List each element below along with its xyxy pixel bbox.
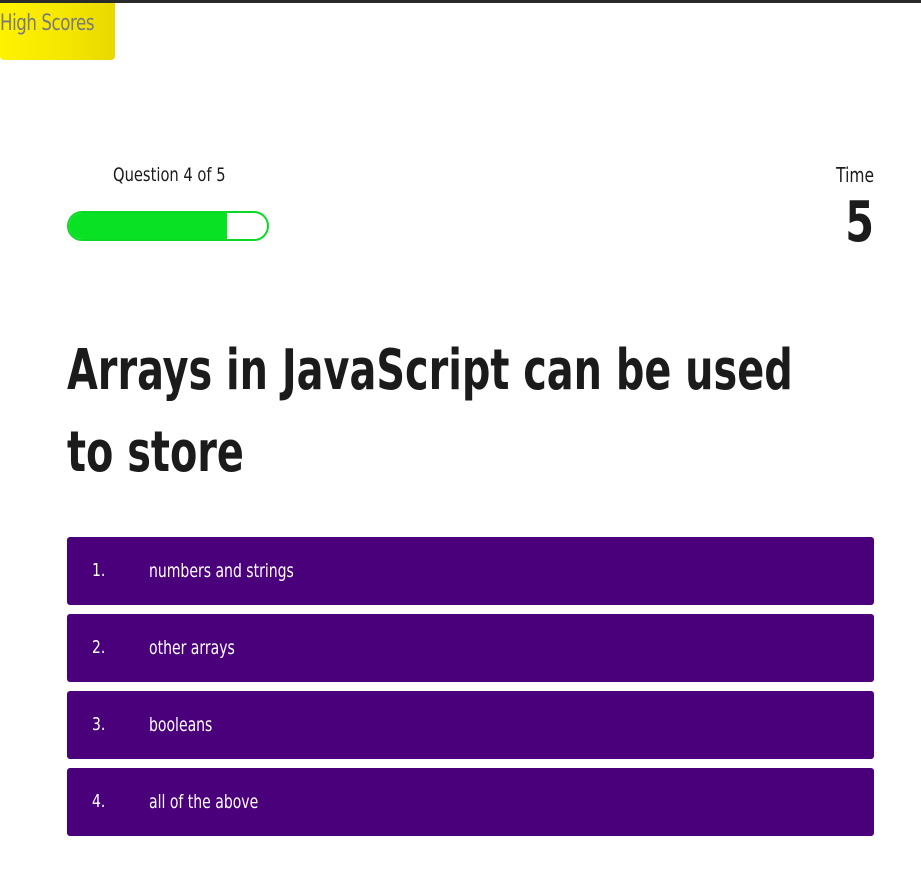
timer-section: Time 5	[784, 160, 874, 255]
choice-text: numbers and strings	[149, 560, 294, 582]
choice-number: 1.	[92, 560, 106, 581]
choice-text: all of the above	[149, 791, 259, 813]
choice-number: 3.	[92, 714, 106, 735]
choice-button-2[interactable]: 2. other arrays	[67, 614, 874, 682]
choice-text: booleans	[149, 714, 213, 736]
top-border	[0, 0, 921, 3]
high-scores-label: High Scores	[0, 11, 95, 36]
high-scores-link[interactable]: High Scores	[0, 3, 115, 60]
choice-number: 4.	[92, 791, 106, 812]
choice-button-4[interactable]: 4. all of the above	[67, 768, 874, 836]
question-text: Arrays in JavaScript can be used to stor…	[67, 338, 793, 485]
choice-text: other arrays	[149, 637, 235, 659]
time-value: 5	[845, 190, 874, 255]
choice-number: 2.	[92, 637, 106, 658]
progress-bar-fill	[69, 213, 228, 239]
time-label: Time	[836, 163, 874, 187]
progress-bar	[67, 211, 269, 241]
choice-button-3[interactable]: 3. booleans	[67, 691, 874, 759]
choice-button-1[interactable]: 1. numbers and strings	[67, 537, 874, 605]
progress-text: Question 4 of 5	[113, 164, 226, 186]
choice-list: 1. numbers and strings 2. other arrays 3…	[67, 537, 874, 845]
